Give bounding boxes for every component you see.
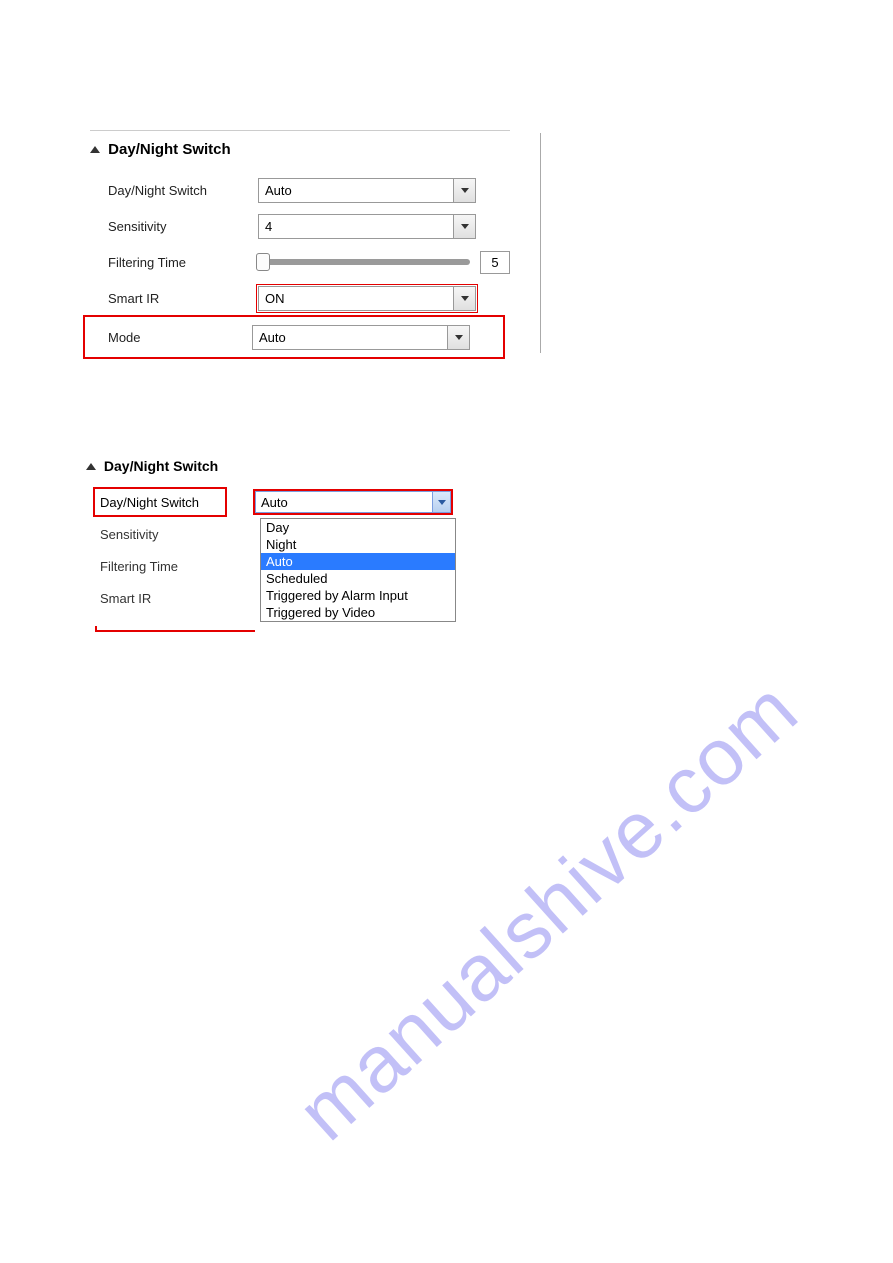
- row-smart-ir: Smart IR ON: [90, 280, 546, 316]
- filtering-time-label: Filtering Time: [90, 559, 250, 574]
- dropdown-arrow-icon: [453, 179, 475, 202]
- dropdown-arrow-icon: [447, 326, 469, 349]
- smart-ir-select[interactable]: ON: [258, 286, 476, 311]
- sensitivity-select[interactable]: 4: [258, 214, 476, 239]
- filtering-time-value[interactable]: 5: [480, 251, 510, 274]
- select-value: Auto: [253, 330, 447, 345]
- section-title: Day/Night Switch: [108, 141, 231, 158]
- dropdown-option[interactable]: Triggered by Video: [261, 604, 455, 621]
- select-value: 4: [259, 219, 453, 234]
- dropdown-option[interactable]: Night: [261, 536, 455, 553]
- section-header-day-night-switch[interactable]: Day/Night Switch: [90, 141, 546, 158]
- select-value: Auto: [256, 495, 432, 510]
- sensitivity-label: Sensitivity: [90, 219, 258, 234]
- mode-label: Mode: [90, 330, 252, 345]
- dropdown-option[interactable]: Day: [261, 519, 455, 536]
- dropdown-option[interactable]: Auto: [261, 553, 455, 570]
- row-filtering-time: Filtering Time 5: [90, 244, 546, 280]
- slider-thumb-icon[interactable]: [256, 253, 270, 271]
- row-day-night-switch: Day/Night Switch Auto: [90, 172, 546, 208]
- section-header-day-night-switch[interactable]: Day/Night Switch: [86, 458, 546, 474]
- day-night-switch-label: Day/Night Switch: [90, 183, 258, 198]
- label-text: Day/Night Switch: [100, 495, 199, 510]
- day-night-switch-dropdown-list: DayNightAutoScheduledTriggered by Alarm …: [260, 518, 456, 622]
- row-mode: Mode Auto: [84, 316, 504, 358]
- dropdown-option[interactable]: Scheduled: [261, 570, 455, 587]
- dropdown-arrow-icon: [453, 215, 475, 238]
- chevron-up-icon: [90, 146, 100, 153]
- highlight-box-icon: [95, 626, 255, 632]
- select-value: Auto: [259, 183, 453, 198]
- day-night-switch-select[interactable]: Auto: [258, 178, 476, 203]
- row-sensitivity: Sensitivity 4: [90, 208, 546, 244]
- smart-ir-label: Smart IR: [90, 591, 250, 606]
- dropdown-option[interactable]: Triggered by Alarm Input: [261, 587, 455, 604]
- day-night-switch-select[interactable]: Auto: [255, 491, 451, 513]
- divider: [90, 130, 510, 131]
- dropdown-arrow-icon: [432, 492, 450, 512]
- day-night-switch-panel: Day/Night Switch Day/Night Switch Auto S…: [90, 130, 546, 358]
- day-night-switch-panel-expanded: Day/Night Switch Day/Night Switch Auto D…: [90, 458, 546, 614]
- mode-select[interactable]: Auto: [252, 325, 470, 350]
- chevron-up-icon: [86, 463, 96, 470]
- filtering-time-slider[interactable]: [260, 259, 470, 265]
- section-title: Day/Night Switch: [104, 458, 218, 474]
- sensitivity-label: Sensitivity: [90, 527, 250, 542]
- smart-ir-label: Smart IR: [90, 291, 258, 306]
- row-day-night-switch: Day/Night Switch Auto DayNightAutoSchedu…: [90, 486, 546, 518]
- select-value: ON: [259, 291, 453, 306]
- day-night-switch-label: Day/Night Switch: [95, 489, 225, 515]
- filtering-time-label: Filtering Time: [90, 255, 258, 270]
- dropdown-arrow-icon: [453, 287, 475, 310]
